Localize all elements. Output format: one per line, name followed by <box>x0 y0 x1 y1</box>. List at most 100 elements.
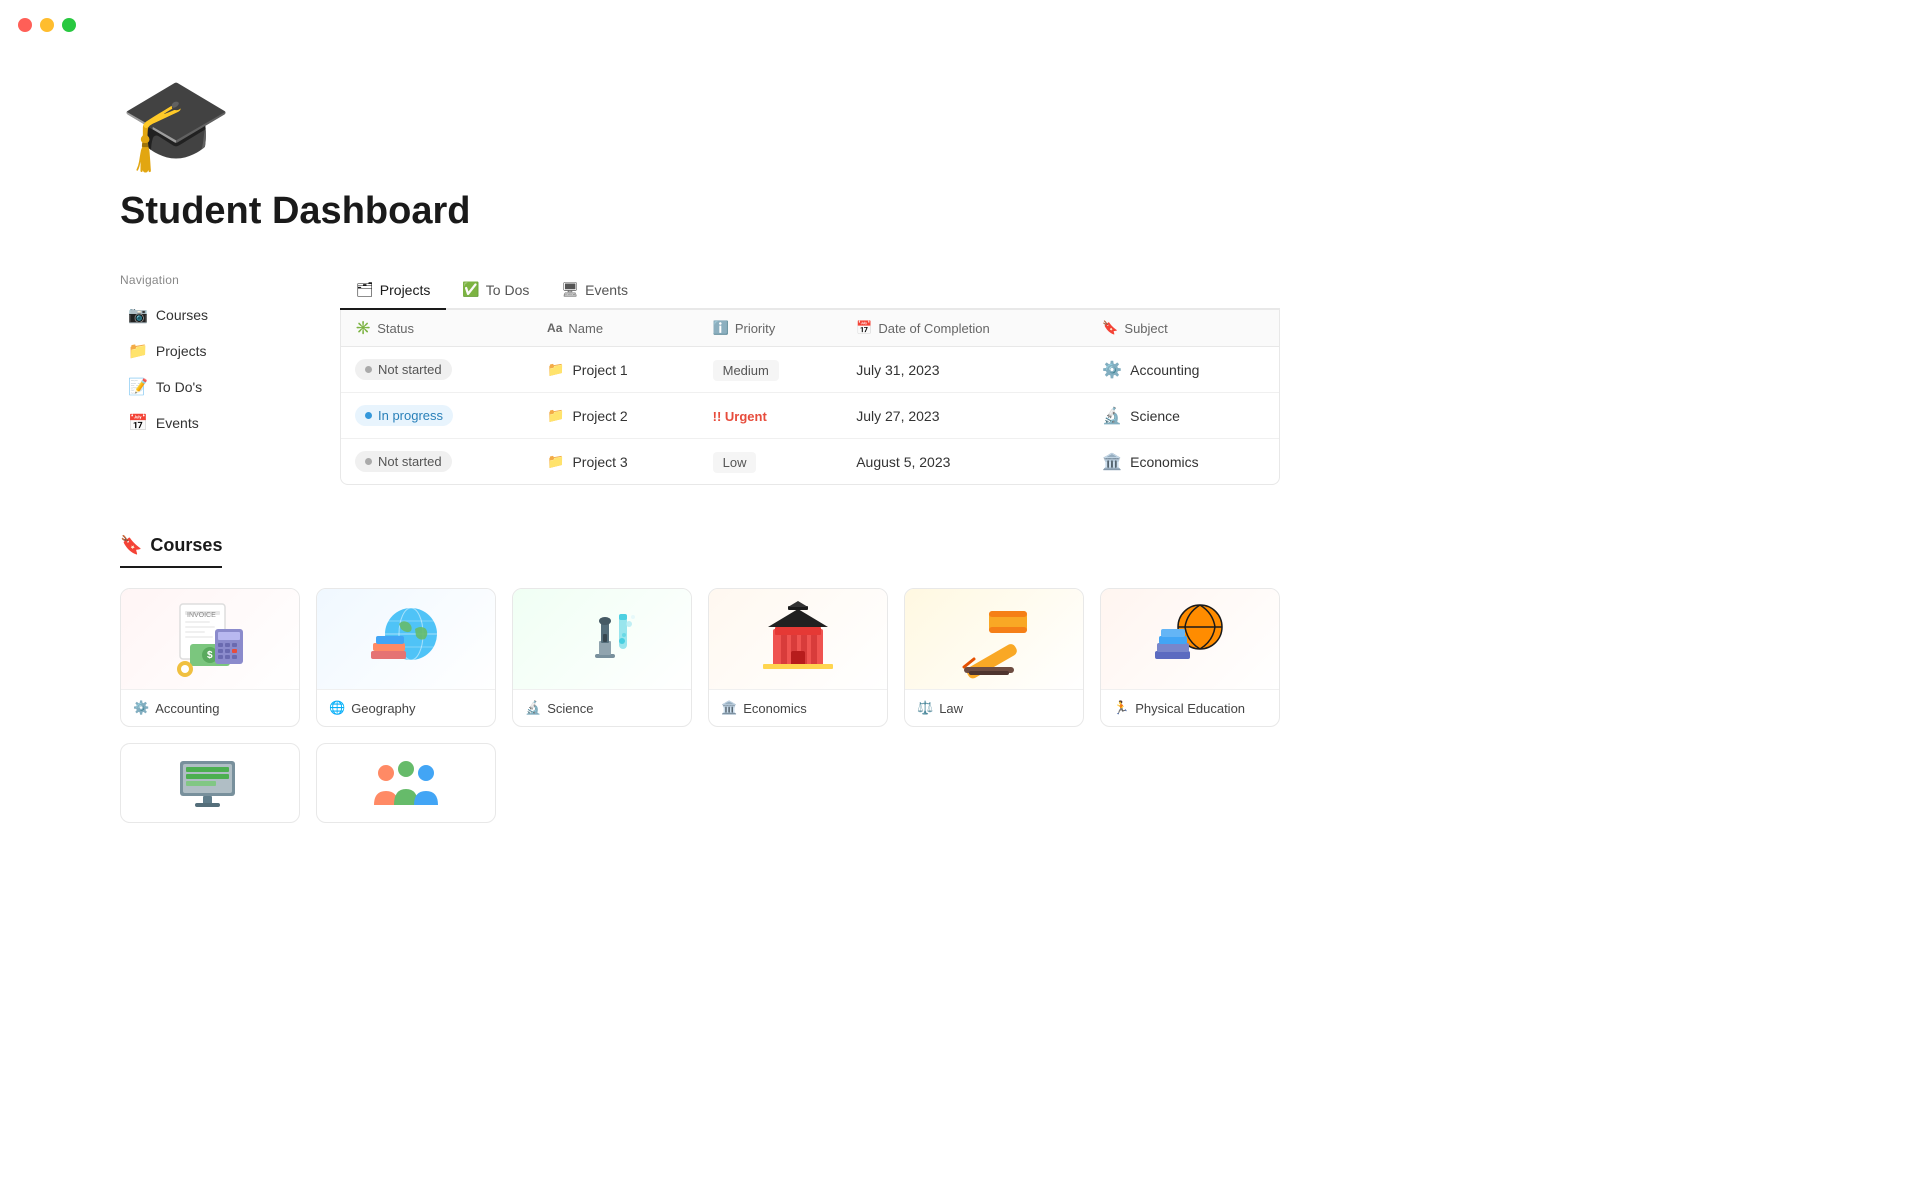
status-col-label: Status <box>377 321 414 336</box>
minimize-button[interactable] <box>40 18 54 32</box>
course-card-group[interactable] <box>316 743 496 823</box>
name-cell: 📁 Project 1 <box>533 347 699 393</box>
course-image-pe <box>1101 589 1279 689</box>
projects-icon: 📁 <box>128 341 148 361</box>
project-folder-icon: 📁 <box>547 453 564 470</box>
date-cell: July 31, 2023 <box>842 347 1088 393</box>
project-folder-icon: 📁 <box>547 361 564 378</box>
sidebar-item-projects[interactable]: 📁 Projects <box>120 335 280 367</box>
date-cell: August 5, 2023 <box>842 439 1088 485</box>
course-image-geography <box>317 589 495 689</box>
sidebar-projects-label: Projects <box>156 343 207 359</box>
todos-icon: 📝 <box>128 377 148 397</box>
priority-badge-low: Low <box>713 452 757 473</box>
maximize-button[interactable] <box>62 18 76 32</box>
course-card-geography[interactable]: 🌐 Geography <box>316 588 496 727</box>
sidebar-item-todos[interactable]: 📝 To Do's <box>120 371 280 403</box>
courses-section-title: 🔖 Courses <box>120 535 222 568</box>
col-priority: ℹ️ Priority <box>699 310 843 347</box>
sidebar-item-events[interactable]: 📅 Events <box>120 407 280 439</box>
svg-text:$: $ <box>207 650 213 661</box>
name-col-icon: Aa <box>547 321 562 335</box>
courses-grid-bottom <box>120 743 1280 823</box>
col-status: ✳️ Status <box>341 310 533 347</box>
courses-section: 🔖 Courses INVOICE <box>120 535 1280 823</box>
geography-label-icon: 🌐 <box>329 700 345 716</box>
sidebar-item-courses[interactable]: 📷 Courses <box>120 299 280 331</box>
courses-grid: INVOICE $ <box>120 588 1280 727</box>
events-icon: 📅 <box>128 413 148 433</box>
science-icon: 🔬 <box>1102 406 1122 426</box>
col-date: 📅 Date of Completion <box>842 310 1088 347</box>
subject-col-icon: 🔖 <box>1102 320 1118 336</box>
subject-cell: 🔬 Science <box>1088 393 1279 439</box>
priority-badge-urgent: !! Urgent <box>713 409 767 424</box>
date-col-icon: 📅 <box>856 320 872 336</box>
projects-table: ✳️ Status Aa Name <box>340 310 1280 485</box>
svg-text:INVOICE: INVOICE <box>187 612 216 619</box>
priority-col-icon: ℹ️ <box>713 320 729 336</box>
sidebar-courses-label: Courses <box>156 307 208 323</box>
course-label-pe: 🏃 Physical Education <box>1101 689 1279 726</box>
priority-cell: !! Urgent <box>699 393 843 439</box>
course-label-geography: 🌐 Geography <box>317 689 495 726</box>
tab-events[interactable]: 🖥 Events <box>545 273 644 310</box>
page-title: Student Dashboard <box>120 190 1280 233</box>
courses-icon: 📷 <box>128 305 148 325</box>
status-dot <box>365 412 372 419</box>
status-badge-not-started: Not started <box>355 359 452 380</box>
subject-cell: ⚙️ Accounting <box>1088 347 1279 393</box>
course-card-it[interactable] <box>120 743 300 823</box>
law-label-icon: ⚖️ <box>917 700 933 716</box>
col-subject: 🔖 Subject <box>1088 310 1279 347</box>
tab-projects-label: Projects <box>380 282 431 298</box>
graduation-cap-icon: 🎓 <box>120 80 1280 170</box>
course-label-law: ⚖️ Law <box>905 689 1083 726</box>
tab-todos-icon: ✅ <box>462 281 479 298</box>
status-cell: In progress <box>341 393 533 439</box>
course-card-accounting[interactable]: INVOICE $ <box>120 588 300 727</box>
course-card-economics[interactable]: 🏛️ Economics <box>708 588 888 727</box>
date-col-label: Date of Completion <box>878 321 989 336</box>
course-label-science: 🔬 Science <box>513 689 691 726</box>
close-button[interactable] <box>18 18 32 32</box>
project-folder-icon: 📁 <box>547 407 564 424</box>
course-card-law[interactable]: ⚖️ Law <box>904 588 1084 727</box>
nav-label: Navigation <box>120 273 280 287</box>
name-cell: 📁 Project 2 <box>533 393 699 439</box>
name-cell: 📁 Project 3 <box>533 439 699 485</box>
priority-cell: Low <box>699 439 843 485</box>
priority-badge-medium: Medium <box>713 360 779 381</box>
subject-col-label: Subject <box>1124 321 1167 336</box>
status-badge-not-started: Not started <box>355 451 452 472</box>
status-dot <box>365 366 372 373</box>
accounting-icon: ⚙️ <box>1102 360 1122 380</box>
sidebar-todos-label: To Do's <box>156 379 202 395</box>
science-label-icon: 🔬 <box>525 700 541 716</box>
table-row[interactable]: Not started 📁 Project 1 Medium <box>341 347 1279 393</box>
header-section: 🎓 Student Dashboard <box>120 80 1280 233</box>
course-label-economics: 🏛️ Economics <box>709 689 887 726</box>
status-dot <box>365 458 372 465</box>
table-row[interactable]: In progress 📁 Project 2 !! Urgent <box>341 393 1279 439</box>
tab-events-icon: 🖥 <box>561 281 579 298</box>
course-card-pe[interactable]: 🏃 Physical Education <box>1100 588 1280 727</box>
courses-title-icon: 🔖 <box>120 535 142 556</box>
tab-events-label: Events <box>585 282 628 298</box>
main-panel: 🗂 Projects ✅ To Dos 🖥 Events <box>340 273 1280 485</box>
economics-label-icon: 🏛️ <box>721 700 737 716</box>
tab-projects[interactable]: 🗂 Projects <box>340 273 446 310</box>
window-controls <box>18 18 76 32</box>
accounting-label-icon: ⚙️ <box>133 700 149 716</box>
tab-todos[interactable]: ✅ To Dos <box>446 273 545 310</box>
course-image-economics <box>709 589 887 689</box>
table-row[interactable]: Not started 📁 Project 3 Low <box>341 439 1279 485</box>
course-image-law <box>905 589 1083 689</box>
status-badge-in-progress: In progress <box>355 405 453 426</box>
course-card-science[interactable]: 🔬 Science <box>512 588 692 727</box>
priority-cell: Medium <box>699 347 843 393</box>
tab-projects-icon: 🗂 <box>356 281 374 298</box>
tab-bar: 🗂 Projects ✅ To Dos 🖥 Events <box>340 273 1280 310</box>
status-col-icon: ✳️ <box>355 320 371 336</box>
sidebar-events-label: Events <box>156 415 199 431</box>
